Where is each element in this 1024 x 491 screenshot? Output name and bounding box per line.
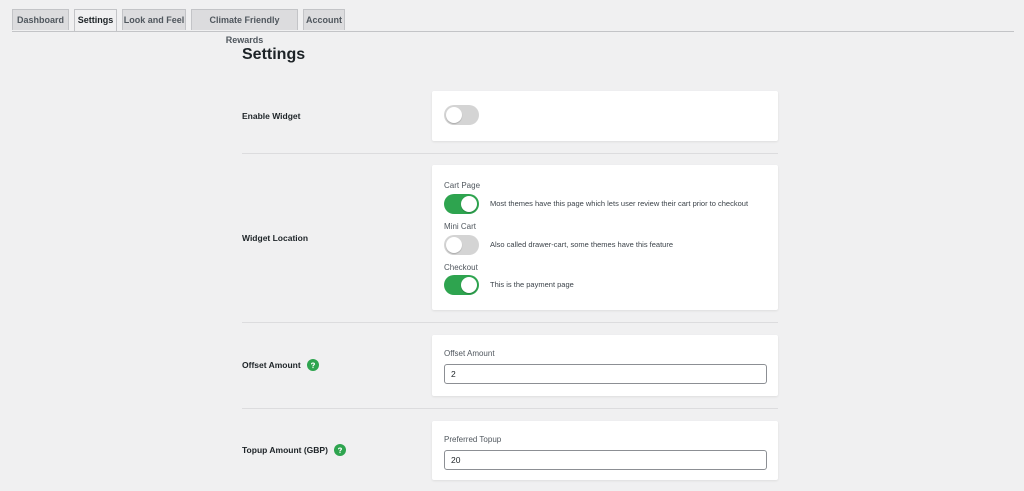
divider: [242, 322, 778, 323]
toggle-knob: [461, 277, 477, 293]
tab-bar: Dashboard Settings Look and Feel Climate…: [12, 9, 1014, 45]
enable-widget-label-text: Enable Widget: [242, 111, 301, 121]
mini-cart-description: Also called drawer-cart, some themes hav…: [490, 240, 673, 249]
topup-amount-field-label: Preferred Topup: [444, 435, 502, 444]
tab-climate-friendly-rewards[interactable]: Climate Friendly Rewards: [191, 9, 298, 45]
enable-widget-toggle[interactable]: [444, 105, 479, 125]
enable-widget-label: Enable Widget: [242, 111, 300, 121]
offset-amount-field-label: Offset Amount: [444, 349, 495, 358]
divider: [242, 153, 778, 154]
mini-cart-toggle[interactable]: [444, 235, 479, 255]
cart-page-title: Cart Page: [444, 181, 481, 190]
topup-amount-label-text: Topup Amount (GBP): [242, 445, 328, 455]
topup-amount-input[interactable]: [444, 450, 767, 470]
enable-widget-card: [432, 91, 778, 141]
mini-cart-title: Mini Cart: [444, 222, 477, 231]
divider: [242, 408, 778, 409]
toggle-knob: [446, 107, 462, 123]
page-title: Settings: [242, 46, 306, 63]
widget-location-label: Widget Location: [242, 233, 308, 243]
tab-account[interactable]: Account: [303, 9, 345, 30]
widget-location-label-text: Widget Location: [242, 233, 309, 243]
cart-page-description: Most themes have this page which lets us…: [490, 199, 749, 208]
tab-look-and-feel[interactable]: Look and Feel: [122, 9, 186, 30]
offset-amount-input[interactable]: [444, 364, 767, 384]
tab-settings[interactable]: Settings: [74, 9, 117, 31]
offset-amount-card: Offset Amount: [432, 335, 778, 396]
topup-amount-card: Preferred Topup: [432, 421, 778, 480]
help-icon[interactable]: [306, 359, 319, 371]
cart-page-toggle[interactable]: [444, 194, 479, 214]
offset-amount-label: Offset Amount: [242, 359, 319, 371]
toggle-knob: [446, 237, 462, 253]
offset-amount-label-text: Offset Amount: [242, 360, 301, 370]
checkout-title: Checkout: [444, 263, 478, 272]
checkout-description: This is the payment page: [490, 280, 574, 289]
help-icon[interactable]: [333, 444, 346, 456]
toggle-knob: [461, 196, 477, 212]
topup-amount-label: Topup Amount (GBP): [242, 444, 346, 456]
tab-dashboard[interactable]: Dashboard: [12, 9, 69, 30]
checkout-toggle[interactable]: [444, 275, 479, 295]
widget-location-card: Cart Page Most themes have this page whi…: [432, 165, 778, 310]
